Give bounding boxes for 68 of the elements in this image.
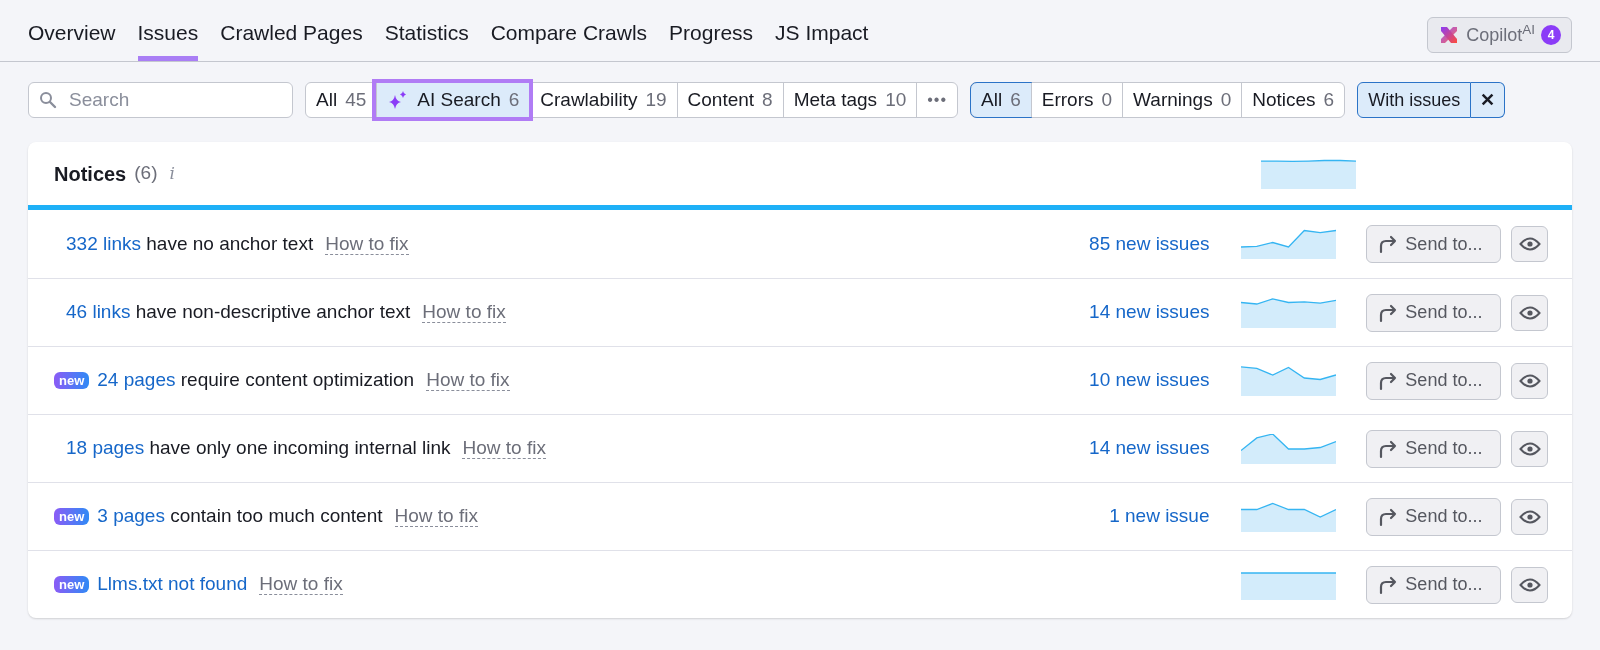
send-to-button[interactable]: Send to... [1366, 225, 1502, 263]
nav-tab[interactable]: Progress [669, 16, 754, 61]
eye-icon [1518, 304, 1541, 321]
how-to-fix-link[interactable]: How to fix [394, 506, 478, 527]
new-badge: new [54, 576, 90, 593]
filter-tab[interactable]: Content 8 [676, 83, 783, 117]
view-button[interactable] [1511, 566, 1548, 603]
send-to-button[interactable]: Send to... [1366, 565, 1502, 604]
issue-description: 3 pages contain too much content [97, 504, 383, 529]
new-issues-link[interactable]: 1 new issue [1109, 505, 1210, 527]
nav-tab[interactable]: Issues [137, 16, 199, 61]
view-button[interactable] [1511, 498, 1548, 535]
view-button[interactable] [1511, 226, 1548, 262]
issue-description: 46 links have non-descriptive anchor text [66, 300, 411, 325]
panel-count: (6) [134, 161, 158, 186]
issue-description: 18 pages have only one incoming internal link [66, 436, 451, 461]
eye-icon [1518, 372, 1541, 389]
copilot-label: Copilot$^{AI}$ [1466, 21, 1535, 47]
new-issues-link[interactable]: 85 new issues [1089, 232, 1210, 254]
more-button[interactable]: ••• [916, 83, 958, 117]
new-badge: new [54, 508, 90, 525]
send-to-button[interactable]: Send to... [1366, 497, 1502, 536]
new-issues-link[interactable]: 14 new issues [1089, 301, 1210, 323]
with-issues-toggle[interactable]: With issues [1357, 82, 1472, 118]
nav-tab[interactable]: JS Impact [775, 16, 869, 61]
issue-link[interactable]: 3 pages [97, 505, 165, 527]
filter-tab[interactable]: Warnings 0 [1122, 83, 1242, 117]
eye-icon [1518, 440, 1541, 457]
nav-tab[interactable]: Overview [28, 16, 116, 61]
issue-description: 24 pages require content optimization [97, 368, 415, 393]
how-to-fix-link[interactable]: How to fix [325, 233, 409, 255]
issue-link[interactable]: 18 pages [66, 437, 145, 459]
view-button[interactable] [1511, 430, 1548, 467]
count-badge: 4 [1541, 25, 1561, 45]
filter-tab[interactable]: Crawlability 19 [529, 83, 677, 117]
issue-link[interactable]: Llms.txt not found [97, 570, 248, 599]
how-to-fix-link[interactable]: How to fix [462, 438, 546, 459]
send-to-button[interactable]: Send to... [1366, 429, 1502, 468]
nav-tab[interactable]: Statistics [384, 16, 469, 61]
filter-tab[interactable]: Errors 0 [1030, 83, 1123, 117]
eye-icon [1518, 508, 1541, 525]
clear-button[interactable]: ✕ [1471, 82, 1506, 118]
new-badge: new [54, 372, 90, 389]
nav-tab[interactable]: Crawled Pages [220, 16, 363, 61]
new-issues-link[interactable]: 14 new issues [1089, 437, 1210, 459]
send-to-button[interactable]: Send to... [1366, 293, 1502, 332]
nav-tab[interactable]: Compare Crawls [490, 16, 648, 61]
filter-tab[interactable]: All 45 [306, 83, 377, 117]
new-issues-link[interactable]: 10 new issues [1089, 369, 1210, 391]
filter-tab[interactable]: Notices 6 [1241, 83, 1345, 117]
filter-tab[interactable]: Meta tags 10 [782, 83, 917, 117]
send-to-button[interactable]: Send to... [1366, 361, 1502, 400]
view-button[interactable] [1511, 294, 1548, 331]
issue-description: 332 links have no anchor text [66, 231, 314, 256]
issue-link[interactable]: 46 links [66, 301, 131, 323]
filter-tab[interactable]: All 6 [971, 83, 1031, 117]
search-icon [39, 91, 57, 109]
how-to-fix-link[interactable]: How to fix [259, 574, 343, 595]
view-button[interactable] [1511, 362, 1548, 399]
how-to-fix-link[interactable]: How to fix [422, 302, 506, 323]
how-to-fix-link[interactable]: How to fix [426, 370, 510, 391]
panel-title: Notices [54, 161, 127, 187]
eye-icon [1518, 576, 1541, 593]
eye-icon [1518, 236, 1541, 252]
issue-link[interactable]: 24 pages [97, 369, 176, 391]
search-field[interactable]: Search [28, 82, 293, 118]
copilot-button[interactable]: Copilot$^{AI}$ 4 [1427, 17, 1572, 53]
issue-link[interactable]: 332 links [66, 232, 141, 254]
